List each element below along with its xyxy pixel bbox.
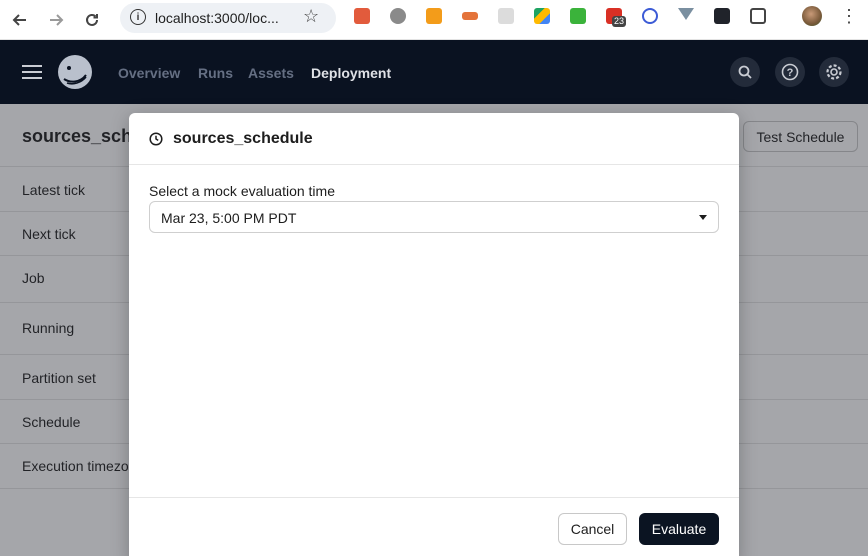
clock-icon bbox=[149, 132, 163, 146]
search-icon[interactable] bbox=[730, 57, 760, 87]
chat-extension-icon[interactable] bbox=[642, 8, 658, 24]
dialog-header: sources_schedule bbox=[129, 113, 739, 165]
evaluation-time-label: Select a mock evaluation time bbox=[149, 183, 335, 199]
test-schedule-dialog: sources_schedule Select a mock evaluatio… bbox=[129, 113, 739, 556]
arrow-right-icon[interactable] bbox=[42, 6, 70, 34]
gear-extension-icon[interactable] bbox=[390, 8, 406, 24]
extension-badge: 23 bbox=[612, 16, 627, 27]
address-bar[interactable]: i localhost:3000/loc... ☆ bbox=[120, 3, 336, 33]
drive-extension-icon[interactable] bbox=[534, 8, 550, 24]
svg-text:?: ? bbox=[787, 67, 794, 79]
json-extension-icon[interactable] bbox=[570, 8, 586, 24]
dialog-title: sources_schedule bbox=[173, 130, 313, 147]
dialog-footer-divider bbox=[129, 497, 739, 498]
browser-toolbar: i localhost:3000/loc... ☆ 23 ⋮ bbox=[0, 0, 868, 40]
react-extension-icon[interactable] bbox=[714, 8, 730, 24]
puzzle-extension-icon[interactable] bbox=[750, 8, 766, 24]
dagster-logo[interactable] bbox=[56, 53, 94, 91]
rss-extension-icon[interactable] bbox=[426, 8, 442, 24]
arrow-left-icon[interactable] bbox=[6, 6, 34, 34]
chevron-down-icon[interactable] bbox=[699, 215, 707, 220]
xml-extension-icon[interactable] bbox=[462, 12, 478, 20]
nav-overview[interactable]: Overview bbox=[118, 65, 180, 81]
nav-deployment[interactable]: Deployment bbox=[311, 65, 391, 81]
avatar[interactable] bbox=[802, 6, 822, 26]
reload-icon[interactable] bbox=[78, 6, 106, 34]
gear-icon[interactable] bbox=[819, 57, 849, 87]
help-icon[interactable]: ? bbox=[775, 57, 805, 87]
vue-extension-icon[interactable] bbox=[678, 8, 694, 20]
info-icon[interactable]: i bbox=[130, 9, 146, 25]
kebab-menu-icon[interactable]: ⋮ bbox=[840, 6, 858, 27]
app-header: Overview Runs Assets Deployment ? bbox=[0, 40, 868, 104]
evaluate-button[interactable]: Evaluate bbox=[639, 513, 719, 545]
rocket-extension-icon[interactable] bbox=[354, 8, 370, 24]
nav-assets[interactable]: Assets bbox=[248, 65, 294, 81]
nav-runs[interactable]: Runs bbox=[198, 65, 233, 81]
evaluation-time-select[interactable]: Mar 23, 5:00 PM PDT bbox=[149, 201, 719, 233]
selected-time[interactable]: Mar 23, 5:00 PM PDT bbox=[161, 210, 296, 226]
url-text[interactable]: localhost:3000/loc... bbox=[155, 10, 279, 26]
star-icon[interactable]: ☆ bbox=[303, 6, 319, 27]
cancel-button[interactable]: Cancel bbox=[558, 513, 627, 545]
document-extension-icon[interactable] bbox=[498, 8, 514, 24]
hamburger-menu-icon[interactable] bbox=[22, 65, 42, 79]
